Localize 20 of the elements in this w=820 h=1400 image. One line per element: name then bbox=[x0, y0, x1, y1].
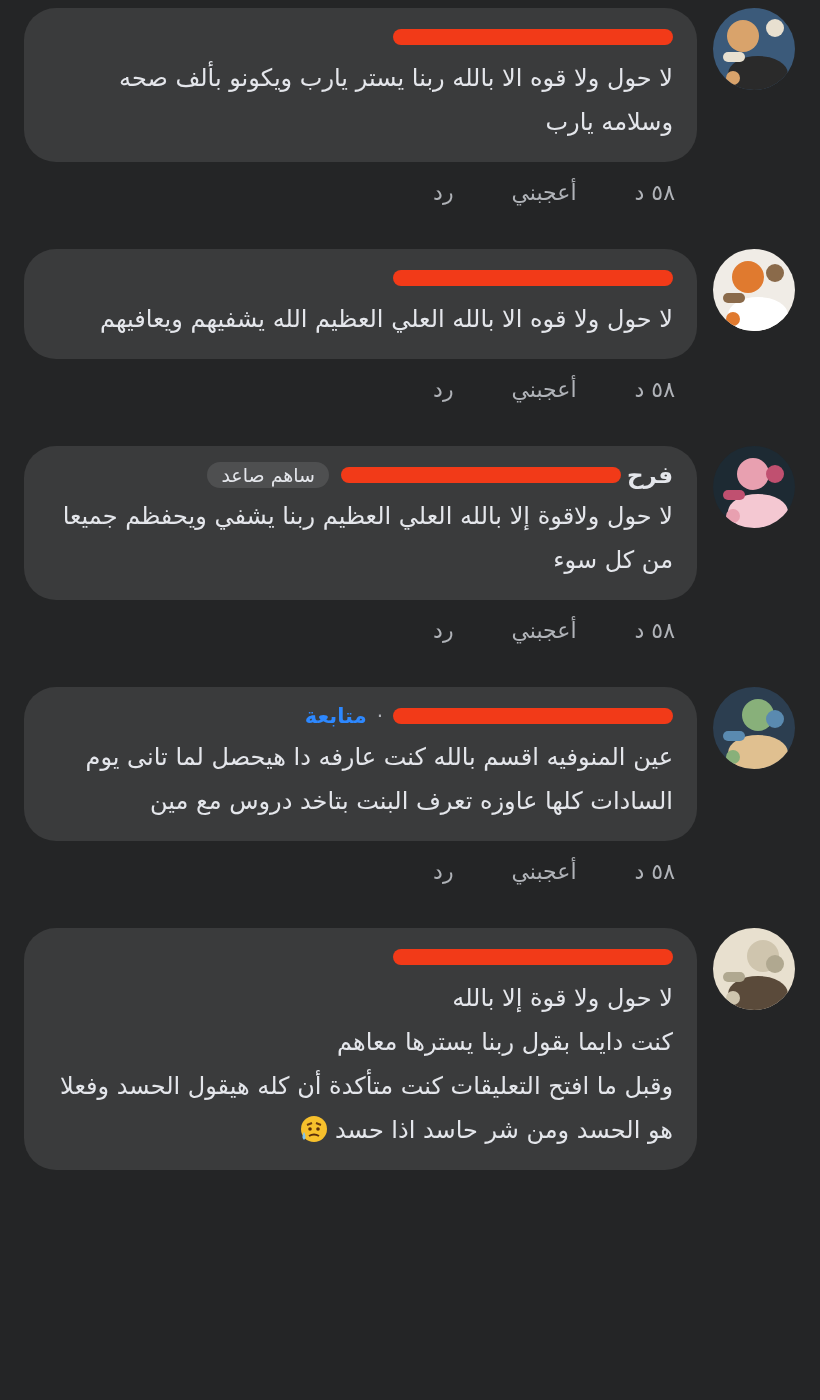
comment-time: ٥٨ د bbox=[634, 618, 675, 643]
like-link[interactable]: أعجبني bbox=[511, 618, 577, 643]
reply-link[interactable]: رد bbox=[433, 377, 454, 402]
like-link[interactable]: أعجبني bbox=[511, 859, 577, 884]
comment-time: ٥٨ د bbox=[634, 377, 675, 402]
separator-dot: · bbox=[375, 704, 384, 728]
reply-link[interactable]: رد bbox=[433, 180, 454, 205]
comment-text: عين المنوفيه اقسم بالله كنت عارفه دا هيحصل لما تانى يوم السادات كلها عاوزه تعرف البنت بتاخد دروس مع مين bbox=[84, 742, 673, 817]
contributor-badge: ساهم صاعد bbox=[207, 462, 330, 488]
reply-link[interactable]: رد bbox=[433, 859, 454, 884]
comment-text: لا حول ولا قوة إلا بالله كنت دايما بقول ربنا يسترها معاهم وقبل ما افتح التعليقات كنت متأكدة أن كله هيقول الحسد وفعلا هو الحسد ومن شر حاسد اذا حسد bbox=[59, 983, 673, 1146]
comment-text: لا حول ولا قوه الا بالله ربنا يستر يارب ويكونو بألف صحه وسلامه يارب bbox=[48, 56, 673, 144]
like-link[interactable]: أعجبني bbox=[511, 180, 577, 205]
reply-link[interactable]: رد bbox=[433, 618, 454, 643]
author-name[interactable]: فرح bbox=[627, 462, 673, 488]
comment-time: ٥٨ د bbox=[634, 180, 675, 205]
comment-text: لا حول ولاقوة إلا بالله العلي العظيم ربنا يشفي ويحفظم جميعا من كل سوء bbox=[61, 501, 673, 576]
like-link[interactable]: أعجبني bbox=[511, 377, 577, 402]
comment-text: لا حول ولا قوه الا بالله العلي العظيم الله يشفيهم ويعافيهم bbox=[98, 304, 673, 335]
comment-time: ٥٨ د bbox=[634, 859, 675, 884]
